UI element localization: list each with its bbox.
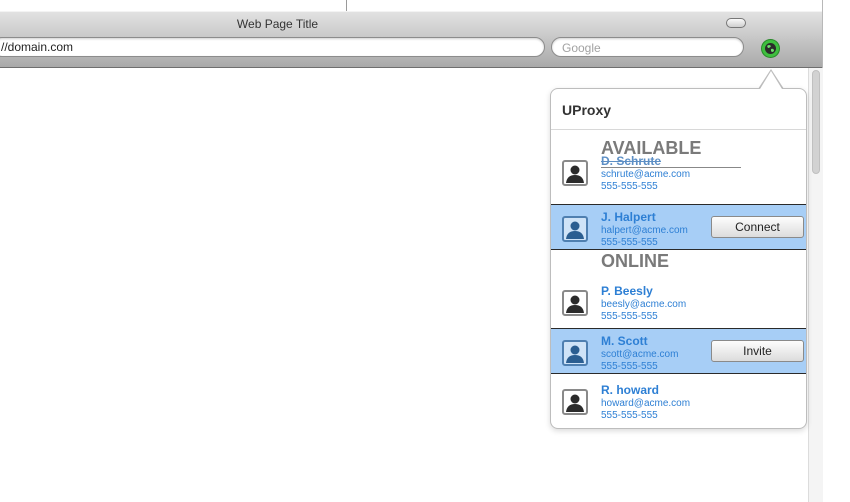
contact-phone: 555-555-555: [601, 410, 658, 421]
popover-arrow-fill: [760, 71, 782, 89]
window-title: Web Page Title: [236, 17, 319, 31]
contact-row-howard[interactable]: R. howard howard@acme.com 555-555-555: [551, 378, 806, 424]
person-silhouette-icon: [562, 340, 588, 366]
person-silhouette-icon: [562, 389, 588, 415]
connect-button[interactable]: Connect: [711, 216, 804, 238]
contact-name: J. Halpert: [601, 210, 656, 224]
desktop-edge: [822, 0, 850, 502]
person-silhouette-icon: [562, 216, 588, 242]
contact-email: scott@acme.com: [601, 349, 679, 360]
browser-toolbar: Web Page Title //domain.com Google: [0, 11, 822, 68]
uproxy-extension-icon[interactable]: [762, 40, 779, 57]
contact-name: R. howard: [601, 383, 660, 397]
contact-row-halpert[interactable]: J. Halpert halpert@acme.com 555-555-555 …: [551, 204, 806, 250]
globe-icon: [765, 43, 776, 54]
divider: [346, 0, 347, 11]
contact-row-beesly[interactable]: P. Beesly beesly@acme.com 555-555-555: [551, 279, 806, 325]
section-online: ONLINE: [601, 251, 670, 271]
invite-button[interactable]: Invite: [711, 340, 804, 362]
address-bar[interactable]: //domain.com: [0, 37, 545, 57]
contact-email: halpert@acme.com: [601, 225, 688, 236]
contact-name: D. Schrute: [601, 154, 662, 168]
popover-header: UProxy: [551, 89, 806, 130]
scroll-thumb[interactable]: [812, 70, 820, 174]
contact-row-schrute[interactable]: D. Schrute schrute@acme.com 555-555-555: [551, 149, 806, 195]
contact-phone: 555-555-555: [601, 311, 658, 322]
contact-name: P. Beesly: [601, 284, 653, 298]
search-field[interactable]: Google: [551, 37, 744, 57]
person-silhouette-icon: [562, 160, 588, 186]
uproxy-popover: UProxy AVAILABLE D. Schrute schrute@acme…: [550, 88, 807, 429]
vertical-scrollbar[interactable]: [808, 68, 823, 502]
contact-name: M. Scott: [601, 334, 648, 348]
desktop-strip: [0, 0, 822, 11]
person-silhouette-icon: [562, 290, 588, 316]
contact-phone: 555-555-555: [601, 237, 658, 248]
contact-phone: 555-555-555: [601, 181, 658, 192]
contact-email: beesly@acme.com: [601, 299, 687, 310]
contact-row-scott[interactable]: M. Scott scott@acme.com 555-555-555 Invi…: [551, 328, 806, 374]
toolbar-toggle-button[interactable]: [726, 18, 746, 28]
contact-phone: 555-555-555: [601, 361, 658, 372]
popover-title: UProxy: [562, 102, 612, 118]
contact-email: schrute@acme.com: [601, 169, 691, 180]
contact-email: howard@acme.com: [601, 398, 691, 409]
